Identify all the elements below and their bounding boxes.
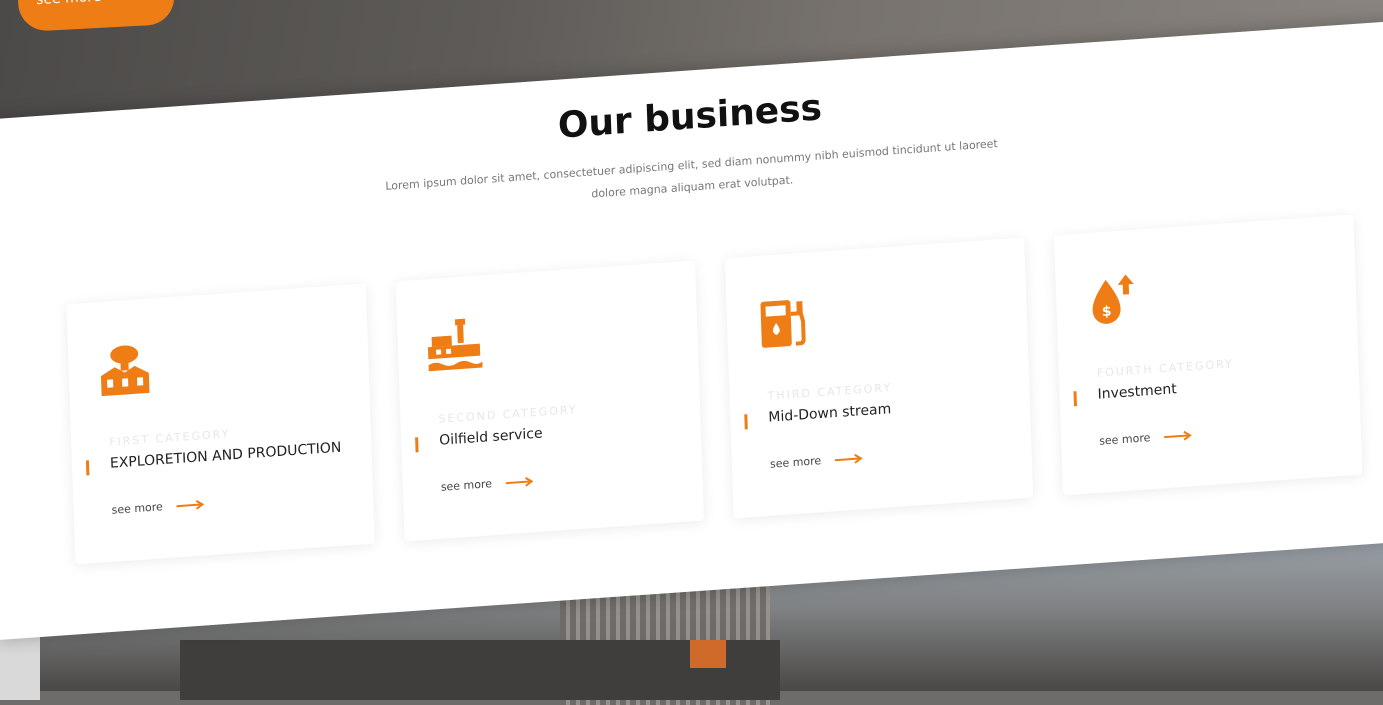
card-accent-bar — [744, 414, 748, 430]
card-accent-bar — [1073, 391, 1077, 407]
orange-structure-image — [690, 640, 726, 668]
hero-see-more-label: see more — [36, 0, 102, 8]
oil-exploration-icon — [100, 345, 150, 397]
card-category: FIRST CATEGORY — [109, 427, 231, 449]
card-title: Oilfield service — [438, 425, 543, 449]
business-section: Our business Lorem ipsum dolor sit amet,… — [0, 20, 1383, 641]
card-see-more-link[interactable]: see more — [111, 497, 205, 517]
card-see-more-label: see more — [111, 500, 163, 517]
card-title: Investment — [1097, 381, 1177, 403]
arrow-right-icon — [176, 499, 205, 510]
section-title: Our business — [557, 87, 823, 147]
card-category: FOURTH CATEGORY — [1096, 357, 1234, 380]
card-category: THIRD CATEGORY — [767, 381, 893, 403]
svg-text:$: $ — [1102, 304, 1112, 321]
card-see-more-label: see more — [440, 477, 493, 494]
card-see-more-label: see more — [1098, 431, 1151, 448]
business-card-oilfield[interactable]: SECOND CATEGORY Oilfield service see mor… — [395, 260, 704, 542]
card-accent-bar — [85, 460, 90, 476]
business-card-investment[interactable]: $ FOURTH CATEGORY Investment see more — [1054, 214, 1363, 496]
card-accent-bar — [415, 437, 419, 453]
arrow-right-icon — [835, 453, 863, 464]
arrow-right-icon — [505, 476, 534, 487]
card-see-more-link[interactable]: see more — [770, 451, 863, 471]
arrow-right-icon — [1164, 430, 1193, 441]
fuel-pump-icon — [760, 300, 806, 348]
oil-price-icon: $ — [1092, 274, 1134, 324]
card-see-more-link[interactable]: see more — [441, 474, 534, 494]
card-see-more-link[interactable]: see more — [1098, 428, 1193, 448]
card-category: SECOND CATEGORY — [438, 403, 578, 426]
oil-rig-ship-icon — [427, 318, 483, 372]
section-description: Lorem ipsum dolor sit amet, consectetuer… — [385, 137, 998, 201]
card-see-more-label: see more — [769, 454, 822, 471]
business-card-midstream[interactable]: THIRD CATEGORY Mid-Down stream see more — [724, 237, 1034, 519]
card-title: Mid-Down stream — [768, 401, 892, 426]
business-card-exploration[interactable]: FIRST CATEGORY EXPLORETION AND PRODUCTIO… — [66, 283, 375, 565]
